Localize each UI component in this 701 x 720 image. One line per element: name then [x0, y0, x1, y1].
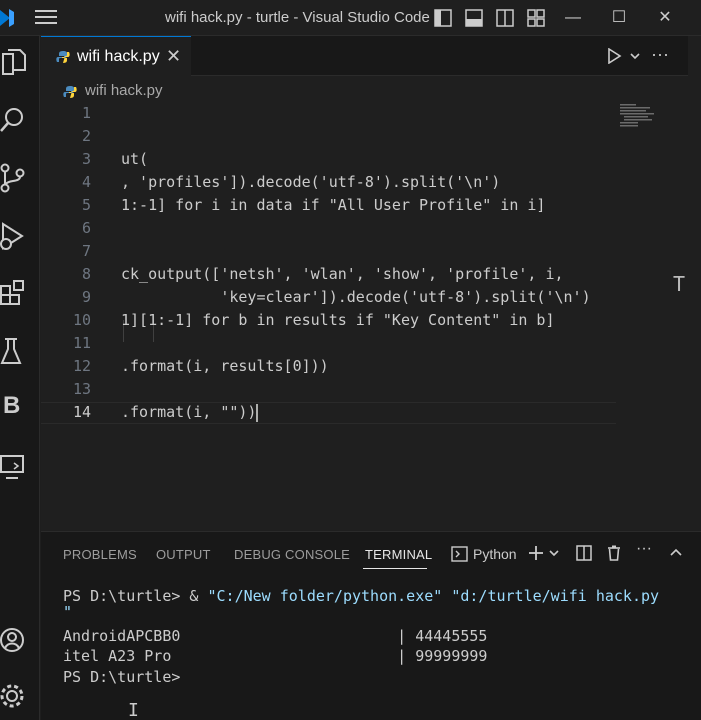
run-file-icon[interactable] [606, 48, 622, 64]
account-icon[interactable] [0, 624, 28, 656]
editor-more-actions-button[interactable]: ··· [651, 44, 669, 65]
terminal-prompt: PS D:\turtle> [63, 668, 181, 686]
tab-terminal[interactable]: TERMINAL [365, 547, 432, 562]
code-line: 4, 'profiles']).decode('utf-8').split('\… [81, 173, 501, 191]
editor-area: wifi hack.py ✕ ··· wifi hack.py 1 2 3 ut(… [41, 36, 701, 531]
code-editor[interactable]: 1 2 3 ut( 4, 'profiles']).decode('utf-8')… [41, 102, 616, 502]
terminal-icon [451, 546, 468, 562]
maximize-button[interactable]: ☐ [609, 8, 629, 28]
tab-problems[interactable]: PROBLEMS [63, 547, 137, 562]
panel-more-actions-button[interactable]: ··· [636, 540, 654, 558]
minimap[interactable] [616, 102, 676, 142]
code-line-current: 14 .format(i, "")) [41, 402, 616, 424]
manage-gear-icon[interactable] [0, 680, 28, 712]
source-control-icon[interactable] [0, 162, 28, 194]
code-line: 13 [72, 380, 91, 398]
menu-icon[interactable] [35, 10, 57, 26]
tab-debug-console[interactable]: DEBUG CONSOLE [234, 547, 350, 562]
current-line-text: .format(i, "")) [121, 403, 259, 422]
tab-strip: ··· [191, 36, 688, 76]
chevron-down-icon[interactable] [629, 51, 641, 61]
active-tab-indicator [363, 568, 427, 569]
vscode-logo-icon [0, 9, 14, 27]
testing-icon[interactable] [0, 336, 28, 368]
chevron-up-icon[interactable] [667, 544, 685, 562]
tab-output[interactable]: OUTPUT [156, 547, 211, 562]
code-line: 12 .format(i, results[0])) [72, 357, 329, 375]
terminal-line: PS D:\turtle> & "C:/New folder/python.ex… [63, 587, 660, 605]
python-file-icon [63, 86, 77, 98]
tab-label: wifi hack.py [77, 48, 160, 65]
terminal-line: " [63, 603, 73, 621]
terminal-profile-label: Python [473, 546, 517, 562]
toggle-panel-icon[interactable] [465, 9, 483, 27]
title-bar: wifi hack.py - turtle - Visual Studio Co… [0, 0, 701, 36]
code-line: 8 ck_output(['netsh', 'wlan', 'show', 'pr… [81, 265, 564, 283]
explorer-icon[interactable] [0, 46, 28, 78]
breadcrumb-file: wifi hack.py [85, 82, 163, 99]
python-file-icon [56, 51, 70, 63]
close-window-button[interactable]: ✕ [655, 8, 675, 28]
run-debug-icon[interactable] [0, 220, 28, 252]
text-cursor [256, 403, 259, 422]
activity-bar: B [0, 36, 40, 720]
panel: PROBLEMS OUTPUT DEBUG CONSOLE TERMINAL P… [41, 531, 701, 720]
b-extension-icon[interactable]: B [3, 392, 20, 420]
chevron-down-icon[interactable] [548, 544, 560, 562]
new-terminal-icon[interactable] [527, 544, 545, 562]
terminal-line: itel A23 Pro | 99999999 [63, 647, 488, 665]
code-line: 7 [81, 242, 91, 260]
minimize-button[interactable]: — [563, 8, 583, 28]
code-line: 1 [81, 104, 91, 122]
code-line: 9 'key=clear']).decode('utf-8').split('\… [81, 288, 591, 306]
toggle-secondary-sidebar-icon[interactable] [496, 9, 514, 27]
window-title: wifi hack.py - turtle - Visual Studio Co… [165, 9, 430, 26]
split-terminal-icon[interactable] [575, 544, 593, 562]
code-line: 10 1][1:-1] for b in results if "Key Cont… [72, 311, 555, 329]
tab-close-icon[interactable]: ✕ [166, 46, 181, 67]
code-line: 5 1:-1] for i in data if "All User Profil… [81, 196, 546, 214]
mouse-ibeam-cursor: I [128, 700, 139, 720]
trash-icon[interactable] [605, 544, 623, 562]
terminal-line: AndroidAPCBB0 | 44445555 [63, 627, 488, 645]
side-glyph: T [673, 272, 686, 296]
toggle-primary-sidebar-icon[interactable] [434, 9, 452, 27]
tab-wifi-hack-py[interactable]: wifi hack.py ✕ [41, 36, 191, 76]
code-line: 6 [81, 219, 91, 237]
extensions-icon[interactable] [0, 278, 28, 310]
code-line: 11 [72, 334, 91, 352]
code-line: 2 [81, 127, 91, 145]
search-icon[interactable] [0, 104, 28, 136]
remote-explorer-icon[interactable] [0, 452, 28, 484]
code-line: 3 ut( [81, 150, 149, 168]
customize-layout-icon[interactable] [527, 9, 545, 27]
